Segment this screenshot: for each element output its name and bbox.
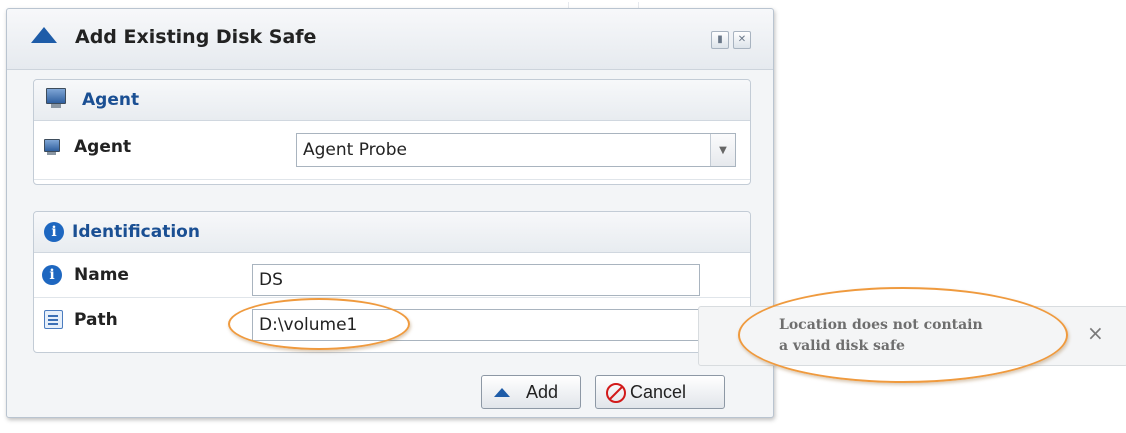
identification-section-title: Identification [72, 222, 200, 242]
agent-section-title: Agent [82, 90, 140, 110]
add-button-label: Add [526, 382, 559, 402]
add-button[interactable]: Add [481, 375, 581, 409]
minimize-icon[interactable]: ▮ [711, 31, 729, 49]
cancel-button[interactable]: Cancel [595, 375, 725, 409]
close-icon[interactable]: ✕ [733, 31, 751, 49]
triangle-up-icon [31, 27, 57, 43]
name-input[interactable] [252, 264, 700, 296]
error-message-callout [738, 287, 1068, 383]
agent-select-value: Agent Probe [303, 140, 407, 160]
identification-panel-header: i Identification [34, 212, 750, 253]
path-icon [44, 310, 63, 329]
name-row: i Name [34, 253, 750, 298]
path-value-callout [228, 298, 410, 350]
dialog-title: Add Existing Disk Safe [75, 26, 317, 48]
agent-row: Agent Agent Probe ▼ [34, 121, 750, 180]
cancel-icon [606, 383, 626, 403]
agent-panel: Agent Agent Agent Probe ▼ [33, 79, 751, 185]
dialog-titlebar[interactable]: Add Existing Disk Safe ▮ ✕ [7, 9, 773, 70]
close-icon[interactable]: × [1087, 321, 1104, 345]
agent-panel-header: Agent [34, 80, 750, 121]
name-field-label: Name [74, 265, 129, 285]
cancel-button-label: Cancel [630, 382, 687, 402]
info-icon: i [44, 222, 64, 242]
add-existing-disk-safe-dialog: Add Existing Disk Safe ▮ ✕ Agent Agent A… [6, 8, 774, 418]
path-field-label: Path [74, 310, 118, 330]
agent-select[interactable]: Agent Probe ▼ [296, 133, 736, 167]
chevron-down-icon[interactable]: ▼ [710, 134, 735, 166]
info-icon: i [42, 265, 62, 285]
agent-field-label: Agent [74, 137, 132, 157]
triangle-up-icon [494, 388, 510, 397]
